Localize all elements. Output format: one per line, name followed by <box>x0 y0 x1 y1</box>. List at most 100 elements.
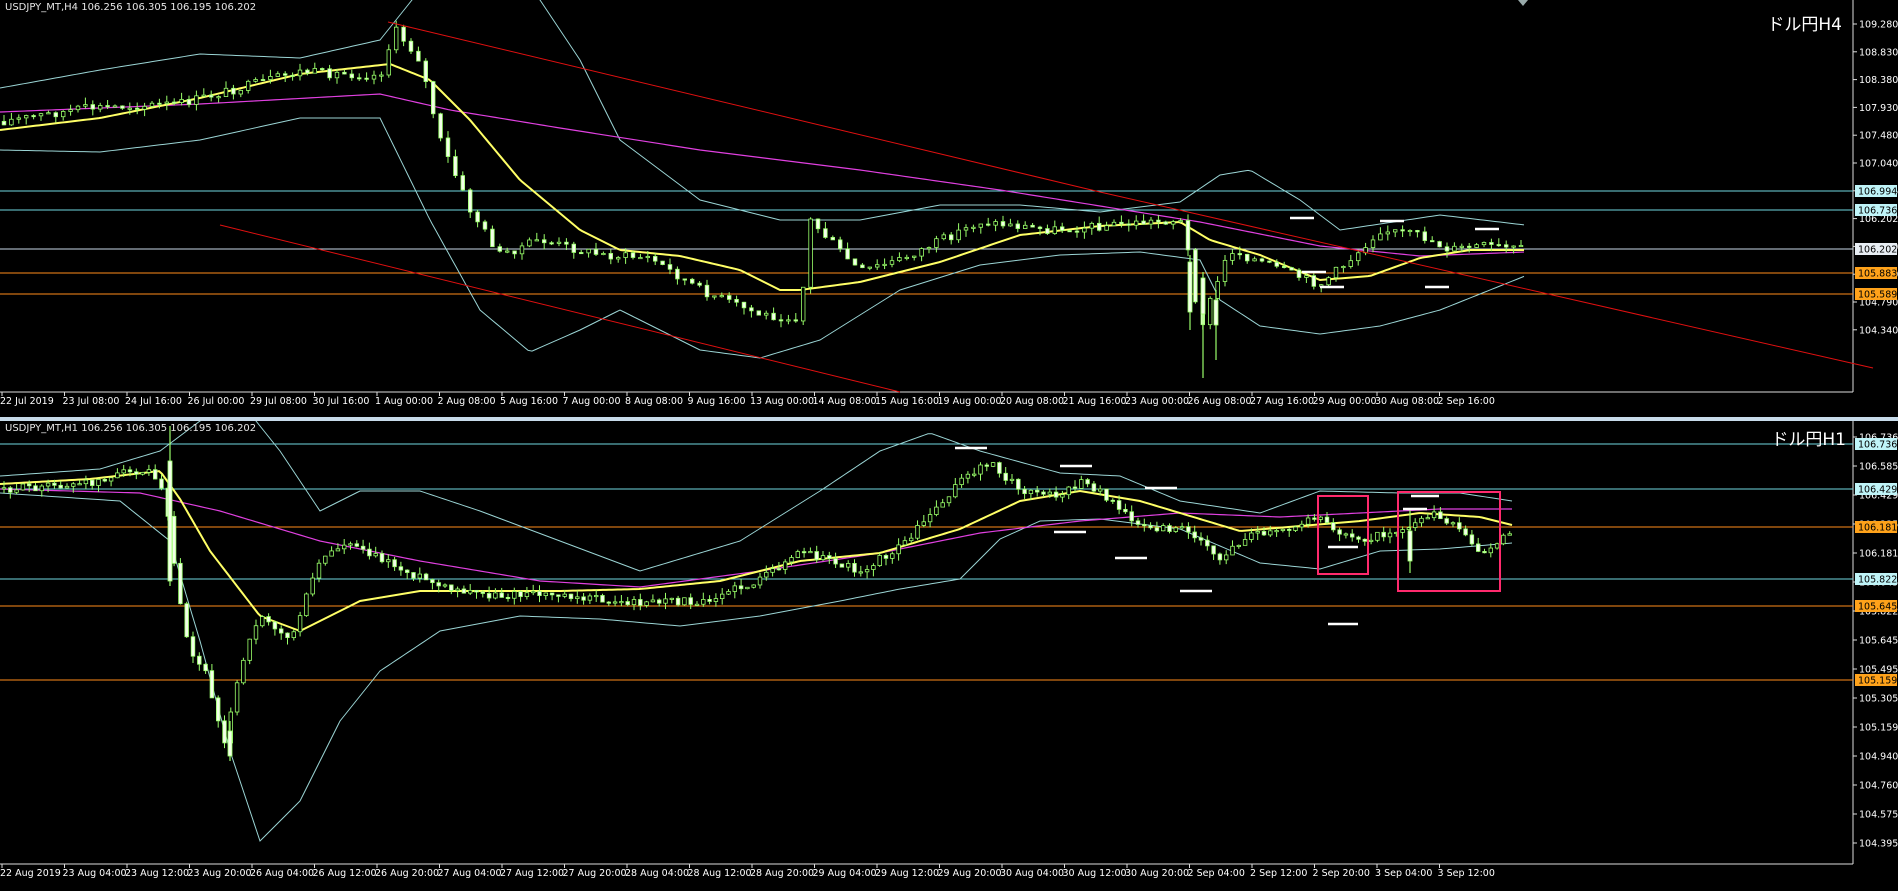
level-price-label: 105.822 <box>1858 575 1897 586</box>
candle-body <box>1045 228 1050 234</box>
candle-body <box>915 525 920 539</box>
candle-body <box>178 562 183 605</box>
h1-chart-panel[interactable]: 106.736106.585106.429106.225106.181106.0… <box>0 421 1898 891</box>
candle-body <box>1393 229 1398 233</box>
candle-body <box>770 568 775 573</box>
candle-body <box>1023 224 1028 229</box>
candle-body <box>512 250 517 255</box>
candle-body <box>171 515 177 564</box>
candle-body <box>45 482 51 487</box>
candle-body <box>978 223 983 228</box>
candle-body <box>1242 539 1248 546</box>
candle-body <box>934 238 939 248</box>
candle-body <box>1280 528 1286 531</box>
candle-body <box>1030 224 1035 228</box>
candle-body <box>701 599 706 605</box>
bollinger-lower-band <box>0 117 1525 359</box>
candle-body <box>653 256 658 262</box>
candle-body <box>1415 230 1420 233</box>
candle-body <box>184 603 189 638</box>
candle-body <box>600 595 605 603</box>
candle-body <box>46 112 51 115</box>
candle-body <box>1163 221 1168 225</box>
candle-body <box>90 479 95 486</box>
candle-body <box>789 557 794 563</box>
candle-body <box>1135 520 1141 525</box>
candle-body <box>734 299 739 303</box>
candle-body <box>348 543 353 546</box>
trendline <box>387 21 1101 193</box>
candle-body <box>260 616 265 627</box>
candle-body <box>518 591 523 597</box>
candle-body <box>142 105 147 110</box>
candle-body <box>820 555 826 561</box>
h4-chart-canvas[interactable]: 109.280 108.830 108.380 107.930 107.480 107.0… <box>0 0 1898 417</box>
time-tick-label: 27 Aug 12:00 <box>500 868 564 879</box>
candle-body <box>108 477 114 482</box>
candle-body <box>386 49 391 76</box>
candle-body <box>1003 472 1008 481</box>
candle-body <box>1141 220 1146 225</box>
candle-body <box>1518 245 1524 248</box>
candle-body <box>527 239 532 247</box>
candle-body <box>1282 265 1287 268</box>
time-tick-label: 23 Aug 12:00 <box>125 868 189 879</box>
candle-body <box>14 489 19 493</box>
candle-body <box>562 593 567 597</box>
candle-body <box>1217 553 1223 561</box>
candle-body <box>808 551 813 554</box>
time-tick-label: 29 Aug 00:00 <box>1313 396 1377 407</box>
candle-body <box>815 218 821 230</box>
time-tick-label: 2 Aug 08:00 <box>438 396 496 407</box>
candle-body <box>1193 249 1198 303</box>
candle-body <box>1326 277 1331 286</box>
candle-body <box>1082 227 1087 233</box>
candle-body <box>23 115 29 119</box>
candle-body <box>1259 258 1265 262</box>
candle-body <box>354 543 359 547</box>
candle-body <box>297 69 303 77</box>
candle-body <box>1274 530 1279 533</box>
candle-body <box>1425 517 1430 520</box>
candle-body <box>1079 479 1084 489</box>
candle-body <box>524 592 530 597</box>
candle-body <box>253 79 258 82</box>
candle-body <box>720 593 725 599</box>
price-tick-label: 108.830 <box>1859 47 1898 58</box>
candle-body <box>1091 483 1097 492</box>
candle-body <box>990 462 996 467</box>
chart-shift-marker-icon[interactable] <box>1518 0 1528 6</box>
candle-body <box>436 582 441 587</box>
candle-body <box>179 99 184 103</box>
candle-body <box>751 584 756 588</box>
candle-body <box>401 26 406 42</box>
candle-body <box>90 104 95 110</box>
candle-body <box>1356 536 1361 540</box>
time-tick-label: 29 Aug 12:00 <box>875 868 939 879</box>
candle-body <box>245 80 251 91</box>
h1-chart-canvas[interactable]: 106.736106.585106.429106.225106.181106.0… <box>0 421 1898 891</box>
candle-body <box>852 563 857 573</box>
time-tick-label: 23 Jul 08:00 <box>63 396 120 407</box>
candle-body <box>373 553 378 557</box>
candle-body <box>1123 508 1128 513</box>
candle-body <box>890 553 895 559</box>
candle-body <box>940 502 945 508</box>
candle-body <box>341 544 347 550</box>
candle-body <box>1331 522 1336 531</box>
candle-body <box>694 603 700 606</box>
candle-body <box>1305 517 1311 525</box>
candle-body <box>312 68 317 74</box>
time-tick-label: 9 Aug 16:00 <box>688 396 746 407</box>
candle-body <box>1047 491 1052 495</box>
candle-body <box>356 77 362 80</box>
candle-body <box>1378 233 1383 241</box>
candle-body <box>77 483 82 486</box>
time-tick-label: 23 Aug 00:00 <box>1125 396 1189 407</box>
candle-body <box>1187 261 1193 313</box>
h4-chart-panel[interactable]: 109.280 108.830 108.380 107.930 107.480 107.0… <box>0 0 1898 417</box>
candle-body <box>778 319 784 322</box>
candle-body <box>367 548 372 557</box>
candle-body <box>1156 219 1161 223</box>
candle-body <box>1375 531 1380 541</box>
